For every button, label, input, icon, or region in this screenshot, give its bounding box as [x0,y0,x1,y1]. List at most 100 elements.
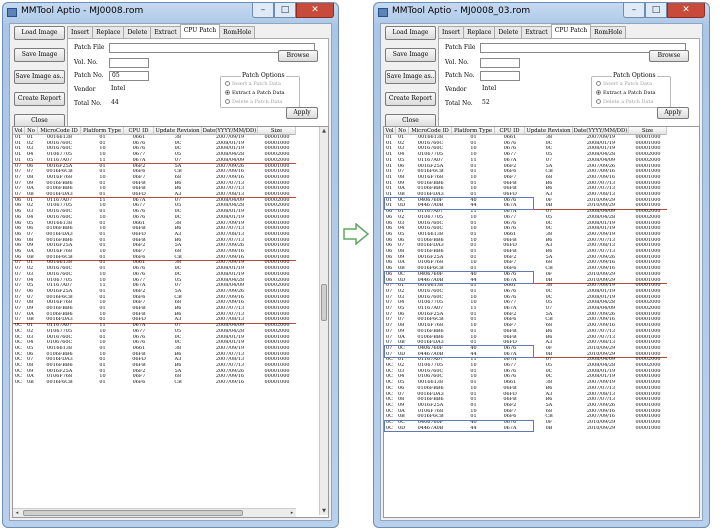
column-header[interactable]: Platform Type [81,127,124,135]
vol-no-field[interactable] [480,58,520,68]
tab-delete[interactable]: Delete [123,26,152,38]
tab-extract[interactable]: Extract [521,26,552,38]
column-header[interactable]: No [396,127,409,135]
column-header[interactable]: Platform Type [452,127,495,135]
column-header[interactable]: Date(YYYY/MM/DD) [202,127,258,135]
scroll-down-arrow-icon[interactable]: ▼ [320,507,328,515]
button-create-report[interactable]: Create Report [385,92,436,106]
cpu-patch-panel: Patch File Vol. No. Patch No. 05 Vendor Intel… [67,38,329,138]
minimize-button[interactable]: – [252,3,274,18]
button-load-image[interactable]: Load Image [14,26,65,40]
patch-no-field[interactable]: 05 [109,71,149,81]
tab-replace[interactable]: Replace [463,26,496,38]
table-cell: 00001000 [635,425,661,431]
horizontal-scrollbar-thumb[interactable] [23,510,243,516]
tab-cpu-patch[interactable]: CPU Patch [179,24,221,38]
apply-button[interactable]: Apply [657,107,689,119]
table-cell: 2010/09/29 [586,425,616,431]
browse-button[interactable]: Browse [278,50,318,62]
column-header[interactable]: MicroCode ID [409,127,452,135]
radio-delete-a-patch-data[interactable]: Delete a Patch Data [596,99,653,106]
table-cell: 0016F6CB [46,380,73,386]
column-header[interactable]: CPU ID [124,127,154,135]
maximize-button[interactable]: □ [274,3,296,18]
table-cell: 067A [503,425,517,431]
tab-replace[interactable]: Replace [92,26,125,38]
column-header[interactable]: CPU ID [495,127,525,135]
total-no-field[interactable]: 44 [109,99,149,109]
radio-delete-a-patch-data[interactable]: Delete a Patch Data [225,99,282,106]
radio-label: Delete a Patch Data [603,99,654,105]
title-bar: MMTool Aptio - MJ0008.rom – □ ✕ [3,3,338,23]
button-create-report[interactable]: Create Report [14,92,65,106]
tab-romhole[interactable]: RomHole [590,26,627,38]
scroll-left-arrow-icon[interactable]: ◂ [13,509,21,517]
apply-button[interactable]: Apply [286,107,318,119]
tab-extract[interactable]: Extract [150,26,181,38]
column-header[interactable]: Size [258,127,296,135]
tab-delete[interactable]: Delete [494,26,523,38]
vol-no-field[interactable] [109,58,149,68]
table-row[interactable]: 0C 0B 0016F6CB 01 06F6 CB 2007/09/16 00001000 [13,380,296,386]
vol-no-label: Vol. No. [445,59,469,66]
button-save-image-as[interactable]: Save Image as.. [14,70,65,84]
close-window-button[interactable]: ✕ [296,3,334,18]
patch-options-title: Patch Options [241,72,286,80]
button-save-image[interactable]: Save Image [14,48,65,62]
column-header[interactable]: Update Revision [154,127,202,135]
window-body: Load Image Save Image Save Image as.. Creat… [9,23,332,521]
table-cell: 2007/09/16 [215,380,245,386]
total-no-field[interactable]: 52 [480,99,520,109]
microcode-table: Vol No MicroCode ID Platform Type CPU ID Upda… [12,126,329,518]
table-row[interactable]: 0C 0D 04467A0B 44 067A 0B 2010/09/29 00001000 [384,426,667,432]
vendor-field[interactable]: Intel [480,85,520,95]
column-header[interactable]: No [25,127,38,135]
window-title: MMTool Aptio - MJ0008_03.rom [392,6,531,16]
column-header[interactable]: MicroCode ID [38,127,81,135]
tab-romhole[interactable]: RomHole [219,26,256,38]
column-header[interactable]: Size [629,127,667,135]
radio-extract-a-patch-data[interactable]: Extract a Patch Data [596,90,656,97]
column-header[interactable]: Vol [384,127,396,135]
vendor-label: Vendor [74,86,96,93]
tab-cpu-patch[interactable]: CPU Patch [550,24,592,38]
radio-label: Insert a Patch Data [232,81,281,87]
table-cell: 06F6 [132,380,146,386]
radio-dot-icon [225,81,230,86]
radio-insert-a-patch-data[interactable]: Insert a Patch Data [225,81,281,88]
scroll-right-arrow-icon[interactable]: ▸ [288,509,296,517]
tab-insert[interactable]: Insert [438,26,465,38]
close-window-button[interactable]: ✕ [667,3,705,18]
vol-no-label: Vol. No. [74,59,98,66]
radio-dot-icon [596,99,601,104]
total-no-label: Total No. [445,100,473,107]
radio-insert-a-patch-data[interactable]: Insert a Patch Data [596,81,652,88]
scroll-up-arrow-icon[interactable]: ▲ [320,127,328,135]
column-header[interactable]: Date(YYYY/MM/DD) [573,127,629,135]
minimize-button[interactable]: – [623,3,645,18]
horizontal-scrollbar[interactable]: ◂ ▸ [13,508,296,517]
mmtool-window-1: MMTool Aptio - MJ0008.rom – □ ✕ Load Image Sa… [2,2,339,528]
vendor-field[interactable]: Intel [109,85,149,95]
maximize-button[interactable]: □ [645,3,667,18]
tab-insert[interactable]: Insert [67,26,94,38]
radio-extract-a-patch-data[interactable]: Extract a Patch Data [225,90,285,97]
column-header[interactable]: Update Revision [525,127,573,135]
button-save-image-as[interactable]: Save Image as.. [385,70,436,84]
patch-file-label: Patch File [445,44,476,51]
patch-options-group: Patch Options Insert a Patch Data Extract … [220,72,300,108]
scrollbar-thumb[interactable] [321,283,327,321]
button-save-image[interactable]: Save Image [385,48,436,62]
patch-no-field[interactable] [480,71,520,81]
radio-label: Delete a Patch Data [232,99,283,105]
browse-button[interactable]: Browse [649,50,689,62]
window-body: Load Image Save Image Save Image as.. Creat… [380,23,703,521]
radio-label: Extract a Patch Data [232,90,285,96]
patch-options-title: Patch Options [612,72,657,80]
button-load-image[interactable]: Load Image [385,26,436,40]
patch-options-group: Patch Options Insert a Patch Data Extract … [591,72,671,108]
radio-dot-icon [596,90,601,95]
vertical-scrollbar[interactable]: ▲ ▼ [319,127,328,515]
table-header: Vol No MicroCode ID Platform Type CPU ID Upda… [13,127,296,135]
column-header[interactable]: Vol [13,127,25,135]
